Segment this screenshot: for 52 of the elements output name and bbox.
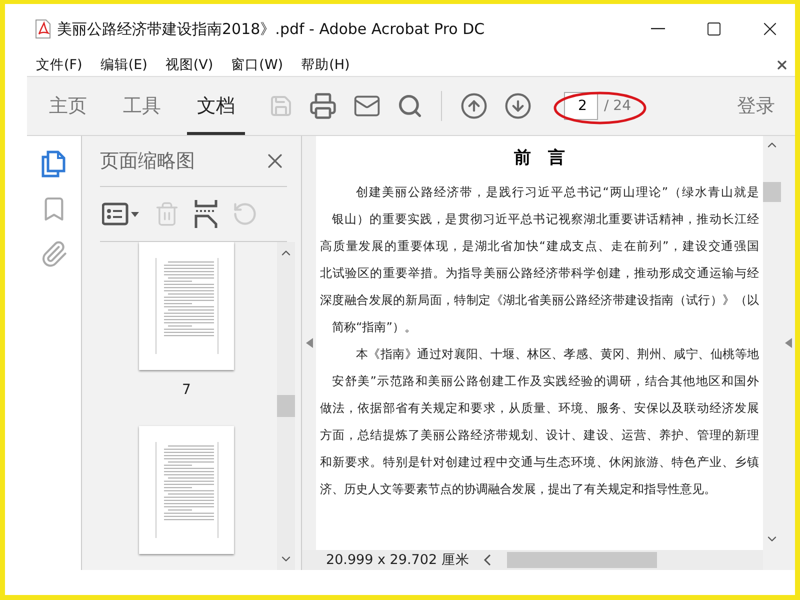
text-line: 方面，总结提炼了美丽公路经济带规划、设计、建设、运营、养护、管理的新理 xyxy=(320,427,759,444)
text-line: 简称“指南”）。 xyxy=(331,319,418,336)
page-total: / 24 xyxy=(604,98,631,114)
text-line: 深度融合发展的新局面，特制定《湖北省美丽公路经济带建设指南（试行）》（以 xyxy=(320,292,759,309)
paperclip-icon xyxy=(40,240,68,268)
page-thumbnail[interactable] xyxy=(139,426,234,554)
search-icon xyxy=(397,93,423,119)
page-thumbnail[interactable] xyxy=(139,242,234,370)
left-arrow-icon[interactable] xyxy=(784,338,792,348)
close-icon[interactable] xyxy=(775,58,789,72)
menu-item[interactable]: 帮助(H) xyxy=(292,56,359,74)
arrow-up-circle-icon xyxy=(460,92,488,120)
options-button[interactable] xyxy=(100,202,142,226)
menu-item[interactable]: 编辑(E) xyxy=(91,56,156,74)
text-line: 安舒美”示范路和美丽公路创建工作及实践经验的调研，结合其他地区和国外 xyxy=(331,373,759,390)
text-line: 本《指南》通过对襄阳、十堰、林区、孝感、黄冈、荆州、咸宁、仙桃等地 xyxy=(355,346,759,363)
text-line: 创建美丽公路经济带，是践行习近平总书记“两山理论”（绿水青山就是 xyxy=(355,184,759,201)
page-number-label: 7 xyxy=(182,382,191,398)
trash-icon xyxy=(154,201,180,227)
login-button[interactable]: 登录 xyxy=(731,77,781,135)
text-line: 高质量发展的重要体现，是湖北省加快“建成支点、走在前列”，建设交通强国 xyxy=(320,238,759,255)
menu-item[interactable]: 视图(V) xyxy=(156,56,222,74)
pdf-file-icon xyxy=(35,19,51,39)
insert-page-icon xyxy=(194,200,218,228)
tab[interactable]: 主页 xyxy=(39,77,97,135)
rotate-icon xyxy=(232,201,258,227)
document-heading: 前 言 xyxy=(513,147,566,169)
window-title: 美丽公路经济带建设指南2018》.pdf - Adobe Acrobat Pro DC xyxy=(57,20,486,38)
scrollbar[interactable] xyxy=(277,242,295,570)
arrow-down-circle-icon xyxy=(504,92,532,120)
save-icon xyxy=(269,94,293,118)
text-line: 银山）的重要实践，是贯彻习近平总书记视察湖北重要讲话精神，推动长江经 xyxy=(331,211,759,228)
scrollbar-thumb[interactable] xyxy=(763,182,781,202)
menu-item[interactable]: 窗口(W) xyxy=(222,56,292,74)
pages-icon xyxy=(41,150,67,178)
minimize-icon xyxy=(651,28,665,30)
maximize-icon xyxy=(706,21,722,37)
panel-title: 页面缩略图 xyxy=(100,149,195,174)
list-options-icon xyxy=(102,202,140,226)
page-size-label: 20.999 x 29.702 厘米 xyxy=(326,551,470,569)
scrollbar-thumb[interactable] xyxy=(507,552,658,568)
text-line: 北试验区的重要举措。为指导美丽公路经济带科学创建，推动形成交通运输与经 xyxy=(320,265,759,282)
tab[interactable]: 工具 xyxy=(113,77,171,135)
insert-button[interactable] xyxy=(192,200,220,228)
left-arrow-icon[interactable] xyxy=(306,338,312,348)
scrollbar-thumb[interactable] xyxy=(277,395,295,417)
text-line: 做法，依据部省有关规定和要求，从质量、环境、服务、安保以及联动经济发展 xyxy=(320,400,759,417)
chevron-left-icon[interactable] xyxy=(483,554,492,566)
menu-item[interactable]: 文件(F) xyxy=(27,56,92,74)
text-line: 和新要求。特别是针对创建过程中交通与生态环境、休闲旅游、特色产业、乡镇 xyxy=(320,454,759,471)
text-line: 济、历史人文等要素节点的协调融合发展，提出了有关规定和指导性意见。 xyxy=(320,481,717,498)
print-icon xyxy=(309,92,337,120)
